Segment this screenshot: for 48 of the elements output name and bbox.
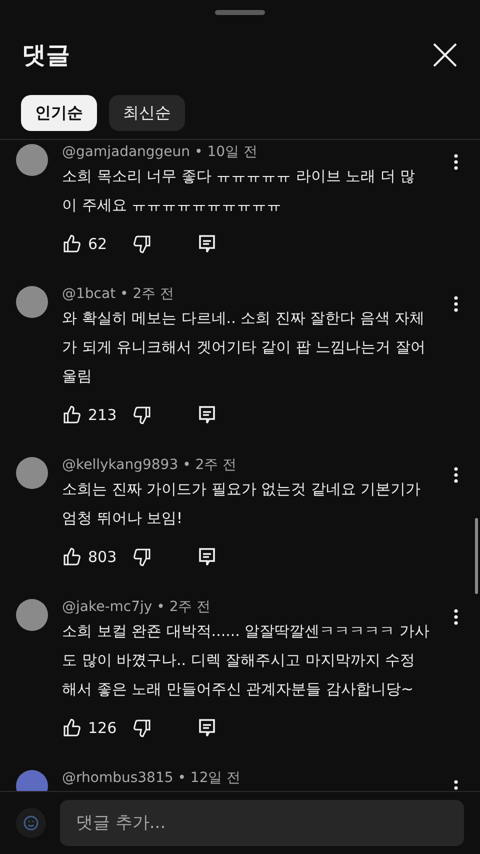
comment-text: 소희는 진짜 가이드가 필요가 없는것 같네요 기본기가 엄청 뛰어나 보임!	[62, 479, 422, 529]
sort-chip[interactable]: 최신순	[109, 95, 185, 131]
like-button[interactable]: 62	[62, 234, 132, 254]
avatar[interactable]	[16, 144, 48, 176]
thumbs-up-icon	[62, 405, 82, 425]
dislike-button[interactable]	[132, 405, 152, 425]
dislike-button[interactable]	[132, 718, 152, 738]
reply-button[interactable]	[198, 234, 216, 254]
like-button[interactable]: 213	[62, 405, 132, 425]
thumbs-down-icon	[132, 718, 152, 738]
reply-button[interactable]	[198, 718, 216, 738]
comment-meta: @1bcat • 2주 전	[62, 285, 176, 304]
thumbs-down-icon	[132, 405, 152, 425]
comment-text: 소희 목소리 너무 좋다 ㅠㅠㅠㅠㅠ 라이브 노래 더 많이 주세요 ㅠㅠㅠㅠㅠㅠㅠㅠㅠㅠ	[62, 166, 416, 216]
comment-meta: @gamjadanggeun • 10일 전	[62, 143, 258, 162]
thumbs-up-icon	[62, 718, 82, 738]
reply-button[interactable]	[198, 405, 216, 425]
like-button[interactable]: 126	[62, 718, 132, 738]
avatar[interactable]	[16, 599, 48, 631]
comment-icon	[198, 547, 216, 567]
comment-text: 와 확실히 메보는 다르네.. 소희 진짜 잘한다 음색 자체가 되게 유니크해서 겟어기타 같이 팝 느낌나는거 잘어울림	[62, 308, 426, 387]
comment-icon	[198, 718, 216, 738]
avatar[interactable]	[16, 457, 48, 489]
like-button[interactable]: 803	[62, 547, 132, 567]
comment-meta: @kellykang9893 • 2주 전	[62, 456, 238, 475]
more-icon	[454, 609, 458, 625]
close-icon	[432, 42, 458, 68]
reply-button[interactable]	[198, 547, 216, 567]
sort-chip[interactable]: 인기순	[21, 95, 97, 131]
comment-text: 소희 보컬 완죤 대박적...... 알잘딱깔센ㅋㅋㅋㅋㅋ 가사도 많이 바꼈구나.. 디렉 잘해주시고 마지막까지 수정해서 좋은 노래 만들어주신 관계자분들 감사합니당~	[62, 621, 430, 700]
dislike-button[interactable]	[132, 234, 152, 254]
comment-meta: @jake-mc7jy • 2주 전	[62, 598, 212, 617]
face-icon	[23, 815, 39, 831]
thumbs-down-icon	[132, 547, 152, 567]
more-icon	[454, 467, 458, 483]
more-icon	[454, 296, 458, 312]
drag-handle[interactable]	[215, 10, 265, 15]
comment-icon	[198, 234, 216, 254]
comment-meta: @rhombus3815 • 12일 전	[62, 769, 242, 788]
thumbs-down-icon	[132, 234, 152, 254]
thumbs-up-icon	[62, 234, 82, 254]
panel-title: 댓글	[22, 40, 70, 71]
more-icon	[454, 154, 458, 170]
comment-input[interactable]: 댓글 추가...	[60, 800, 464, 846]
dislike-button[interactable]	[132, 547, 152, 567]
comment-icon	[198, 405, 216, 425]
thumbs-up-icon	[62, 547, 82, 567]
avatar[interactable]	[16, 286, 48, 318]
